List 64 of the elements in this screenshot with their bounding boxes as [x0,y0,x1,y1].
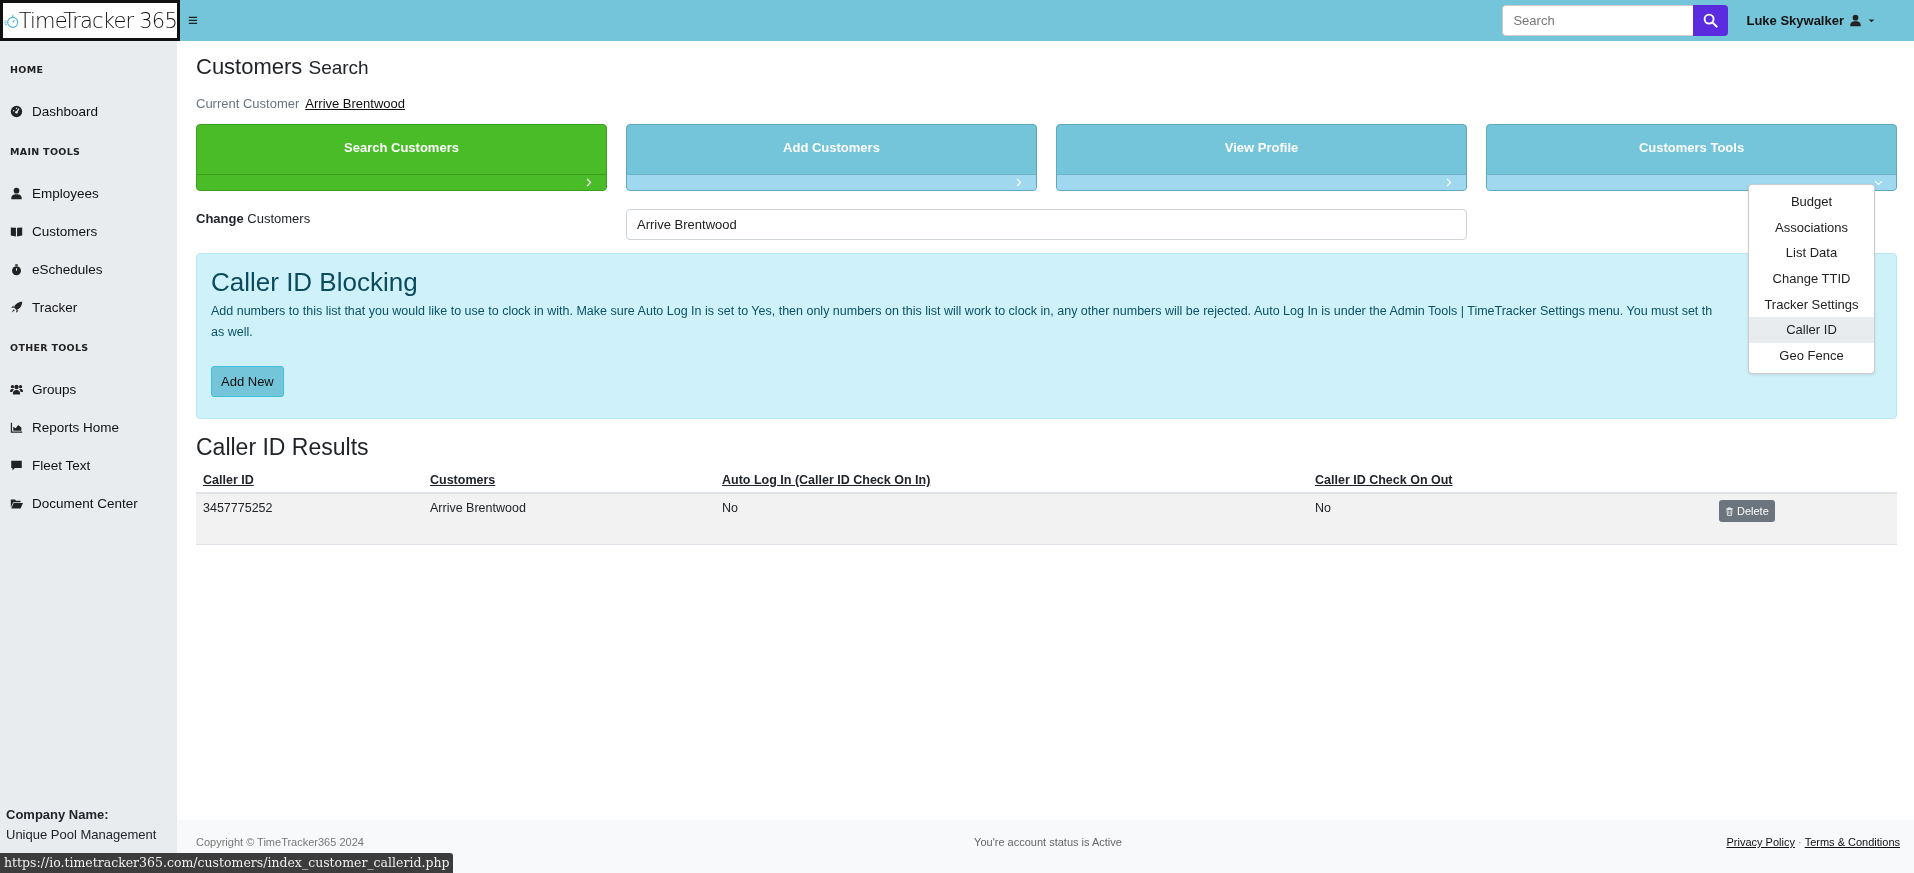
add-new-button[interactable]: Add New [211,366,284,397]
current-customer-link[interactable]: Arrive Brentwood [305,96,406,111]
delete-button[interactable]: Delete [1719,500,1775,522]
dropdown-item[interactable]: Caller ID [1749,317,1874,344]
sidebar-item[interactable]: Reports Home [0,416,177,438]
rocket-icon [10,300,23,314]
dropdown-item[interactable]: Associations [1749,214,1874,241]
search-button[interactable] [1693,5,1729,36]
current-customer-label: Current Customer [196,96,300,111]
column-header[interactable]: Caller ID [196,469,423,492]
user-icon [1849,14,1862,27]
dropdown-item[interactable]: Tracker Settings [1749,291,1874,318]
dropdown-item[interactable]: Geo Fence [1749,343,1874,369]
results-title: Caller ID Results [196,433,370,461]
caret-icon [1867,16,1876,25]
stopwatch-icon [10,262,23,276]
section-heading: MAIN TOOLS [9,146,82,159]
search-icon [1703,13,1719,28]
table-cell-text: Arrive Brentwood [429,500,527,517]
footer-link[interactable]: Privacy Policy [1726,836,1795,848]
account-status-text: You're account status is Active [974,836,1122,848]
table-cell-text: No [1314,500,1332,517]
sidebar-item[interactable]: Document Center [0,492,177,514]
panel-title: Caller ID Blocking [211,266,418,298]
area-chart-icon [10,420,23,434]
gauge-icon [10,104,23,118]
search-field[interactable]: Search [1502,5,1694,36]
customer-field[interactable]: Arrive Brentwood [626,209,1467,240]
dropdown-item[interactable]: List Data [1749,240,1874,267]
user-menu[interactable]: Luke Skywalker [1746,13,1876,28]
column-header[interactable]: Caller ID Check On Out [1308,469,1712,492]
table-cell-text: No [721,500,739,517]
logo[interactable]: TimeTracker 365 [0,0,180,41]
trash-icon [1725,506,1734,516]
dropdown-item[interactable]: Budget [1749,189,1874,215]
copyright-text: Copyright © TimeTracker365 2024 [196,836,365,848]
logo-text: TimeTracker 365 [18,8,177,33]
book-icon [10,224,23,238]
group-icon [10,382,23,396]
page-title: Customers Search [196,53,370,81]
sidebar-item[interactable]: Dashboard [0,100,177,122]
company-name: Unique Pool Management [6,826,158,844]
sidebar-item[interactable]: eSchedules [0,258,177,280]
menu-toggle[interactable]: ≡ [188,10,198,31]
sidebar-item[interactable]: Employees [0,182,177,204]
footer-link[interactable]: Terms & Conditions [1804,836,1900,848]
sidebar-item[interactable]: Customers [0,220,177,242]
section-heading: HOME [9,64,45,77]
separator-dot: · [1797,836,1802,848]
section-heading: OTHER TOOLS [9,342,90,355]
panel-description: Add numbers to this list that you would like to use to clock in with. Make sure Auto Log In is set to Yes, then only numbers on this list will work to clock in, any other numbers will be rejected. Auto Log In is under the Admin Tools | TimeTracker Settings menu. You must set th as well. [211,303,1714,341]
change-customers-label: Change Customers [196,210,312,226]
table-cell-text: 3457775252 [202,500,274,517]
column-header[interactable]: Customers [423,469,715,492]
sidebar-item[interactable]: Groups [0,378,177,400]
sidebar-item[interactable]: Fleet Text [0,454,177,476]
sidebar-item[interactable]: Tracker [0,296,177,318]
column-header[interactable]: Auto Log In (Caller ID Check On In) [715,469,1308,492]
link-preview-url: https://io.timetracker365.com/customers/index_customer_callerid.php [0,853,454,873]
dropdown-item[interactable]: Change TTID [1749,266,1874,292]
speech-bubble-icon [10,458,23,472]
person-icon [10,186,23,200]
folder-icon [10,496,23,510]
company-label: Company Name: [6,806,110,824]
